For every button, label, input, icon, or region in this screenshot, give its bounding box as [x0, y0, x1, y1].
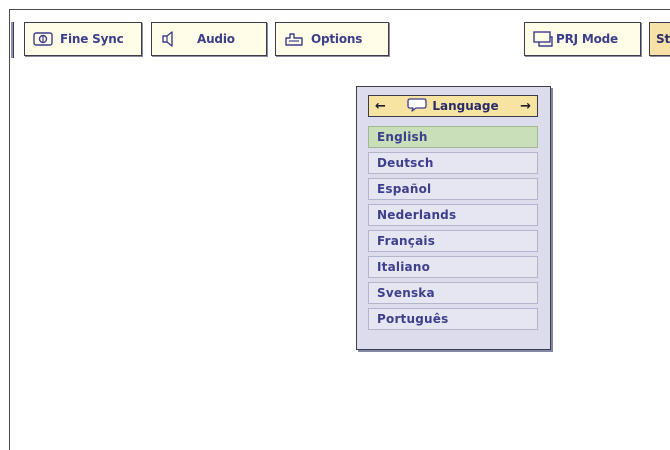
tab-fine-sync[interactable]: Fine Sync [24, 22, 142, 56]
tab-label: Fine Sync [60, 32, 124, 46]
language-option-english[interactable]: English [368, 126, 538, 148]
language-option-svenska[interactable]: Svenska [368, 282, 538, 304]
language-list: English Deutsch Español Nederlands Franç… [368, 126, 538, 334]
language-option-nederlands[interactable]: Nederlands [368, 204, 538, 226]
language-option-italiano[interactable]: Italiano [368, 256, 538, 278]
options-icon [284, 30, 304, 48]
tab-audio[interactable]: Audio [151, 22, 267, 56]
tab-partial-next[interactable]: St [649, 22, 670, 56]
language-menu: ← Language → English Deutsch Español Ned… [356, 86, 551, 350]
tab-label: Audio [197, 32, 235, 46]
screen-frame-top [9, 9, 670, 10]
tab-prj-mode[interactable]: PRJ Mode [524, 22, 641, 56]
speech-bubble-icon [407, 97, 428, 116]
speaker-icon [160, 30, 180, 48]
left-arrow-icon[interactable]: ← [375, 100, 386, 113]
prj-mode-icon [533, 30, 553, 48]
previous-tab-edge[interactable] [11, 22, 14, 58]
language-menu-title[interactable]: ← Language → [368, 95, 538, 117]
language-menu-title-label: Language [432, 99, 499, 113]
tab-options[interactable]: Options [275, 22, 389, 56]
right-arrow-icon[interactable]: → [520, 100, 531, 113]
fine-sync-icon [33, 30, 53, 48]
screen-frame-left [9, 9, 10, 450]
tab-label: PRJ Mode [556, 32, 618, 46]
language-option-portugues[interactable]: Português [368, 308, 538, 330]
language-option-deutsch[interactable]: Deutsch [368, 152, 538, 174]
language-option-francais[interactable]: Français [368, 230, 538, 252]
tab-label: Options [311, 32, 363, 46]
language-option-espanol[interactable]: Español [368, 178, 538, 200]
tab-label: St [656, 32, 670, 46]
